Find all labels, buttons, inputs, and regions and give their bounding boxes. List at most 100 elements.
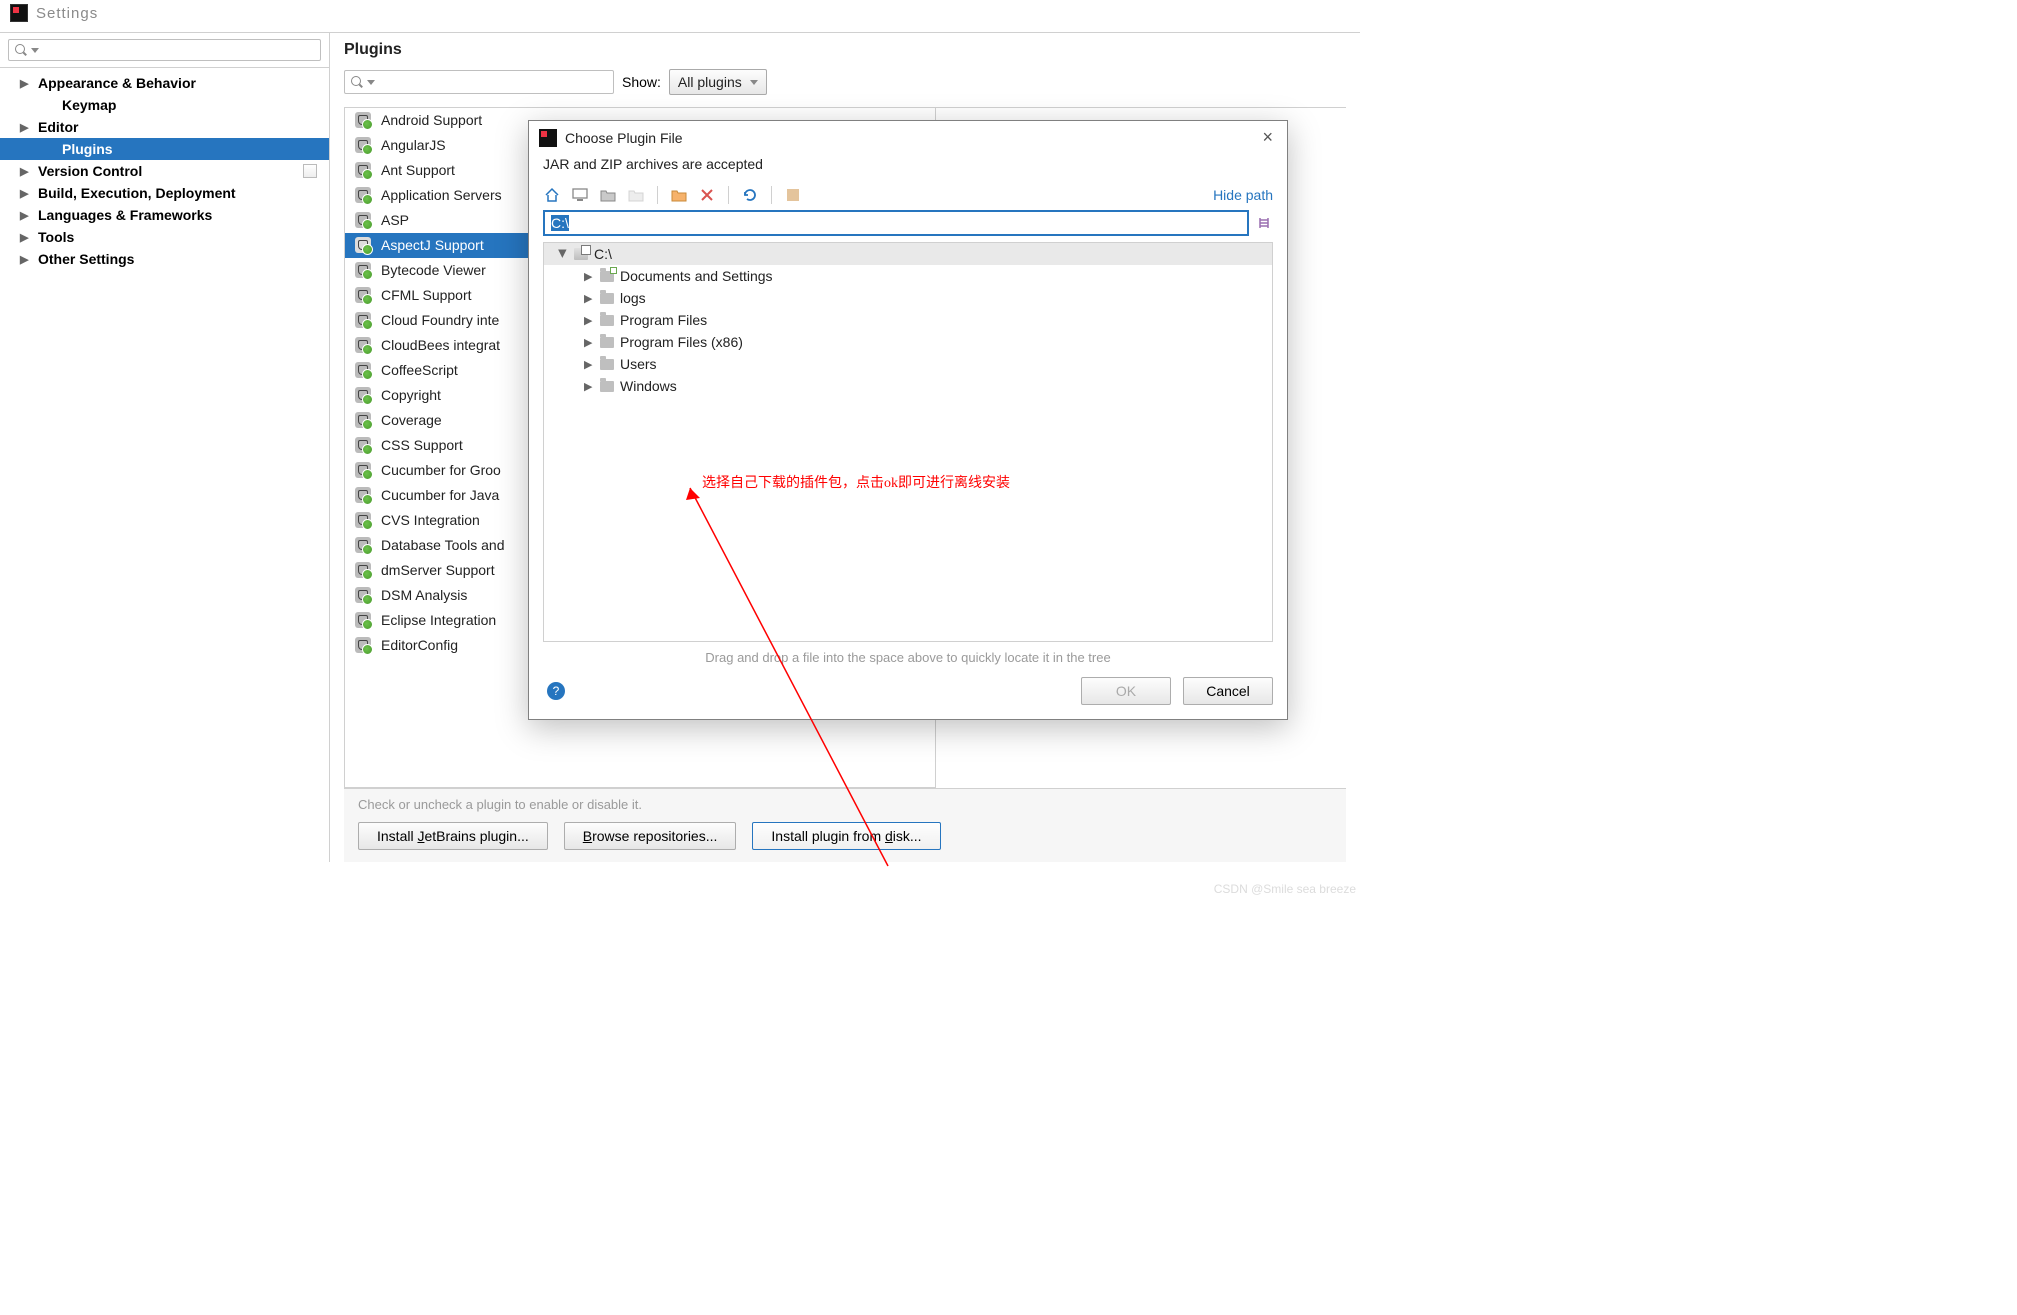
close-icon[interactable]: × (1258, 127, 1277, 148)
folder-label: Users (620, 356, 657, 372)
plugin-icon (355, 212, 371, 228)
dropdown-icon (31, 48, 39, 53)
module-root-icon[interactable] (627, 187, 645, 203)
tree-folder[interactable]: ▶Users (544, 353, 1272, 375)
sidebar-item-label: Version Control (38, 163, 142, 179)
folder-label: Windows (620, 378, 677, 394)
plugin-icon (355, 412, 371, 428)
chevron-right-icon: ▶ (584, 292, 594, 305)
delete-icon[interactable] (698, 187, 716, 203)
chevron-right-icon: ▶ (20, 231, 30, 244)
plugin-icon (355, 137, 371, 153)
plugin-icon (355, 287, 371, 303)
cancel-button[interactable]: Cancel (1183, 677, 1273, 705)
tree-folder[interactable]: ▶Windows (544, 375, 1272, 397)
settings-sidebar: ▶Appearance & BehaviorKeymap ▶ Editor Plugi… (0, 33, 330, 862)
dialog-subtitle: JAR and ZIP archives are accepted (529, 154, 1287, 182)
tree-folder[interactable]: ▶Documents and Settings (544, 265, 1272, 287)
plugin-name: EditorConfig (381, 637, 458, 653)
app-logo-icon (539, 129, 557, 147)
chevron-right-icon: ▶ (20, 165, 30, 178)
desktop-icon[interactable] (571, 187, 589, 203)
show-filter-dropdown[interactable]: All plugins (669, 69, 767, 95)
folder-label: Program Files (x86) (620, 334, 743, 350)
tree-folder[interactable]: ▶Program Files (x86) (544, 331, 1272, 353)
folder-icon (600, 381, 614, 392)
tree-root-label: C:\ (594, 246, 612, 262)
ok-button[interactable]: OK (1081, 677, 1171, 705)
file-tree[interactable]: ▶ C:\ ▶Documents and Settings▶logs▶Progr… (543, 242, 1273, 642)
plugin-name: ASP (381, 212, 409, 228)
help-icon[interactable]: ? (547, 682, 565, 700)
show-hidden-icon[interactable] (784, 187, 802, 203)
plugin-name: Application Servers (381, 187, 502, 203)
install-jetbrains-plugin-button[interactable]: Install JetBrains plugin... (358, 822, 548, 850)
plugin-name: Bytecode Viewer (381, 262, 486, 278)
search-icon (15, 44, 27, 56)
plugin-search-input[interactable] (344, 70, 614, 94)
project-root-icon[interactable] (599, 187, 617, 203)
sidebar-search-input[interactable] (8, 39, 321, 61)
plugin-name: AspectJ Support (381, 237, 484, 253)
chevron-right-icon: ▶ (584, 270, 594, 283)
chevron-down-icon: ▶ (557, 249, 570, 259)
plugin-icon (355, 112, 371, 128)
sidebar-item-label: Languages & Frameworks (38, 207, 212, 223)
plugin-icon (355, 337, 371, 353)
plugin-name: Copyright (381, 387, 441, 403)
plugin-icon (355, 262, 371, 278)
tree-folder[interactable]: ▶Program Files (544, 309, 1272, 331)
new-folder-icon[interactable] (670, 187, 688, 203)
refresh-icon[interactable] (741, 187, 759, 203)
window-title: Settings (36, 5, 98, 22)
plugin-name: Eclipse Integration (381, 612, 496, 628)
hide-path-link[interactable]: Hide path (1213, 187, 1273, 203)
sidebar-item-build-execution-deployment[interactable]: ▶ Build, Execution, Deployment (0, 182, 329, 204)
tree-root[interactable]: ▶ C:\ (544, 243, 1272, 265)
plugin-icon (355, 512, 371, 528)
plugin-name: DSM Analysis (381, 587, 467, 603)
plugin-icon (355, 587, 371, 603)
sidebar-item-keymap[interactable]: Keymap (0, 94, 329, 116)
plugin-name: Cucumber for Groo (381, 462, 501, 478)
chevron-right-icon: ▶ (20, 121, 30, 134)
tree-folder[interactable]: ▶logs (544, 287, 1272, 309)
drop-hint: Drag and drop a file into the space abov… (529, 642, 1287, 671)
chevron-right-icon: ▶ (20, 77, 30, 90)
drive-icon (574, 248, 588, 260)
dropdown-icon (367, 80, 375, 85)
plugin-icon (355, 312, 371, 328)
plugin-icon (355, 362, 371, 378)
dialog-title: Choose Plugin File (565, 130, 1250, 146)
path-input[interactable] (543, 210, 1249, 236)
browse-repositories-button[interactable]: Browse repositories... (564, 822, 737, 850)
folder-icon (600, 315, 614, 326)
sidebar-item-plugins[interactable]: Plugins (0, 138, 329, 160)
plugin-icon (355, 487, 371, 503)
history-icon[interactable] (1255, 214, 1273, 232)
sidebar-item-label: Build, Execution, Deployment (38, 185, 236, 201)
chevron-right-icon: ▶ (584, 314, 594, 327)
folder-icon (600, 271, 614, 282)
sidebar-item-label: Editor (38, 119, 78, 135)
plugin-name: Cucumber for Java (381, 487, 499, 503)
panel-heading: Plugins (344, 41, 1346, 59)
annotation-text: 选择自己下载的插件包，点击ok即可进行离线安装 (702, 472, 1010, 492)
dropdown-value: All plugins (678, 74, 742, 90)
sidebar-item-version-control[interactable]: ▶ Version Control (0, 160, 329, 182)
plugin-name: Coverage (381, 412, 442, 428)
sidebar-item-label: Plugins (62, 141, 113, 157)
sidebar-item-tools[interactable]: ▶Tools (0, 226, 329, 248)
sidebar-item-editor[interactable]: ▶ Editor (0, 116, 329, 138)
sidebar-item-appearance-behavior[interactable]: ▶Appearance & Behavior (0, 72, 329, 94)
search-icon (351, 76, 363, 88)
plugin-hint: Check or uncheck a plugin to enable or d… (358, 797, 1332, 812)
plugin-icon (355, 462, 371, 478)
chevron-down-icon (750, 80, 758, 85)
install-plugin-from-disk-button[interactable]: Install plugin from disk... (752, 822, 940, 850)
home-icon[interactable] (543, 187, 561, 203)
sidebar-item-languages-frameworks[interactable]: ▶Languages & Frameworks (0, 204, 329, 226)
chevron-right-icon: ▶ (20, 187, 30, 200)
plugin-icon (355, 612, 371, 628)
sidebar-item-other-settings[interactable]: ▶Other Settings (0, 248, 329, 270)
